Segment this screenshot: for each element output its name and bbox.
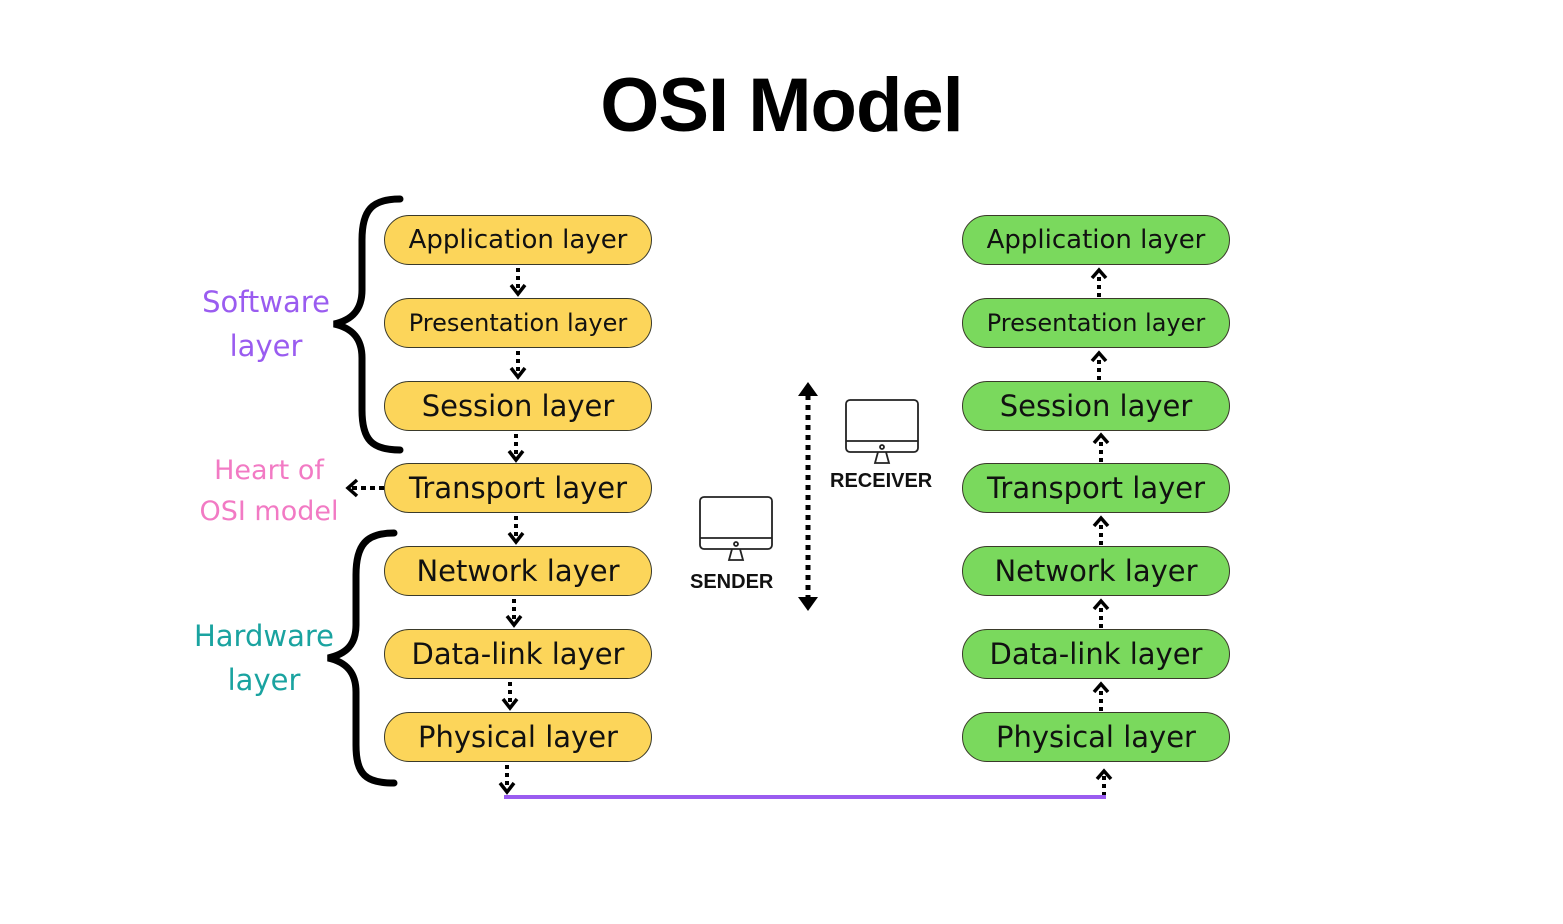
diagram-graphics — [327, 195, 1113, 799]
arrow-up-icon — [1092, 598, 1110, 628]
arrow-left-icon — [345, 478, 384, 498]
software-brace — [333, 195, 404, 454]
arrow-up-icon — [1095, 768, 1113, 796]
sender-monitor-icon — [699, 496, 773, 561]
arrow-up-icon — [1092, 681, 1110, 711]
receiver-monitor-icon — [845, 399, 919, 464]
arrow-up-icon — [1090, 350, 1108, 380]
arrow-up-icon — [1092, 432, 1110, 462]
bidirectional-arrow-icon — [798, 382, 818, 611]
arrow-down-icon — [507, 516, 525, 545]
arrow-down-icon — [501, 682, 519, 711]
arrow-up-icon — [1092, 515, 1110, 545]
hardware-brace — [327, 529, 398, 787]
arrow-down-icon — [507, 434, 525, 463]
receiver-flow-arrows — [1090, 267, 1113, 796]
arrow-up-icon — [1090, 267, 1108, 297]
arrow-down-icon — [509, 268, 527, 297]
arrow-down-icon — [498, 765, 516, 795]
arrow-down-icon — [505, 599, 523, 628]
arrow-down-icon — [509, 351, 527, 380]
sender-flow-arrows — [498, 268, 527, 795]
